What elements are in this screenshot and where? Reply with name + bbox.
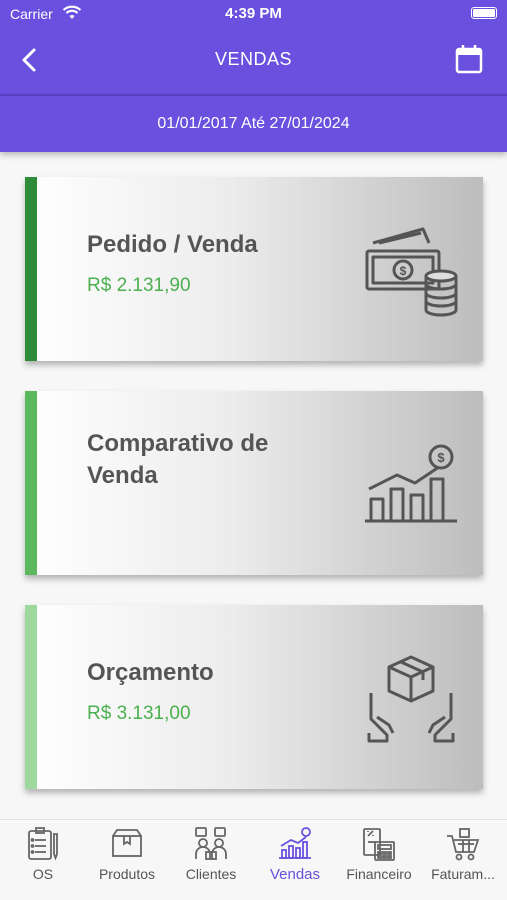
tab-label: Financeiro (346, 866, 412, 882)
money-icon: $ (365, 227, 458, 317)
tab-financeiro[interactable]: Financeiro (337, 826, 421, 882)
clipboard-icon (28, 827, 58, 861)
navigation-bar: VENDAS (0, 28, 507, 94)
battery-icon (471, 7, 497, 19)
card-title-line1: Comparativo de (87, 430, 269, 457)
tab-faturamento[interactable]: Faturam... (421, 826, 505, 882)
card-accent-bar (25, 391, 37, 575)
tab-vendas[interactable]: Vendas (253, 826, 337, 883)
svg-text:$: $ (437, 450, 445, 465)
tab-label: Vendas (269, 866, 321, 883)
card-value: R$ 3.131,00 (87, 703, 191, 724)
sales-chart-icon (279, 827, 311, 859)
tab-label: Faturam... (431, 866, 495, 882)
chart-growth-icon: $ (365, 444, 457, 523)
svg-text:$: $ (400, 264, 407, 278)
card-pedido-venda[interactable]: Pedido / Venda R$ 2.131,90 $ (25, 177, 483, 361)
card-value: R$ 2.131,90 (87, 275, 191, 296)
box-hands-icon (367, 655, 455, 743)
status-time: 4:39 PM (225, 5, 282, 22)
card-accent-bar (25, 605, 37, 789)
calculator-icon (363, 828, 395, 861)
calendar-icon[interactable] (455, 44, 483, 74)
tab-produtos[interactable]: Produtos (85, 826, 169, 882)
card-title: Pedido / Venda (87, 231, 258, 258)
date-range[interactable]: 01/01/2017 Até 27/01/2024 (0, 96, 507, 152)
box-icon (112, 829, 142, 857)
card-comparativo-venda[interactable]: Comparativo de Venda $ (25, 391, 483, 575)
page-title: VENDAS (214, 49, 293, 69)
card-title-line2: Venda (87, 462, 158, 489)
people-icon (195, 827, 227, 860)
card-title: Orçamento (87, 659, 214, 686)
tab-label: Produtos (98, 866, 156, 882)
tab-label: Clientes (185, 866, 237, 882)
tab-label: OS (32, 866, 54, 882)
card-orcamento[interactable]: Orçamento R$ 3.131,00 (25, 605, 483, 789)
tab-bar: OS Produtos Clientes Vendas Financeiro F… (0, 819, 507, 900)
tab-os[interactable]: OS (1, 826, 85, 882)
tab-clientes[interactable]: Clientes (169, 826, 253, 882)
card-accent-bar (25, 177, 37, 361)
cart-icon (447, 828, 480, 861)
status-bar: Carrier 4:39 PM (0, 0, 507, 28)
